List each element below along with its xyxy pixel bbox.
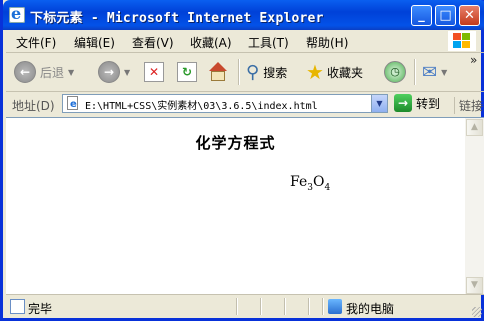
search-button[interactable]: ⚲ 搜索 xyxy=(246,59,287,85)
back-button[interactable]: ← 后退 ▼ xyxy=(14,59,74,85)
page-icon: e xyxy=(66,96,81,111)
search-icon: ⚲ xyxy=(246,61,260,83)
scroll-up-button[interactable]: ▲ xyxy=(466,119,483,136)
status-divider xyxy=(322,298,324,315)
history-icon: ◷ xyxy=(384,61,406,83)
menu-tools[interactable]: 工具(T) xyxy=(248,34,289,51)
formula-element: Fe xyxy=(290,174,308,190)
status-text: 完毕 xyxy=(28,302,53,316)
page-content: 化学方程式 Fe3O4 xyxy=(6,117,465,295)
toolbar-overflow-icon[interactable]: » xyxy=(470,53,477,67)
scroll-down-button[interactable]: ▼ xyxy=(466,277,483,294)
links-button[interactable]: 链接 xyxy=(454,97,483,114)
go-label: 转到 xyxy=(416,96,441,111)
browser-window: 下标元素 - Microsoft Internet Explorer _ □ ✕… xyxy=(0,0,484,321)
page-icon xyxy=(10,299,25,314)
menu-help[interactable]: 帮助(H) xyxy=(306,34,348,51)
status-bar: 完毕 我的电脑 xyxy=(6,294,484,319)
mail-icon: ✉ xyxy=(422,61,438,83)
menu-view[interactable]: 查看(V) xyxy=(132,34,174,51)
computer-icon xyxy=(328,299,342,314)
close-button[interactable]: ✕ xyxy=(459,5,480,26)
home-button[interactable] xyxy=(207,59,229,85)
formula-element: O xyxy=(312,174,325,190)
search-label: 搜索 xyxy=(263,65,288,80)
history-button[interactable]: ◷ xyxy=(384,59,406,85)
chemical-formula: Fe3O4 xyxy=(290,174,330,193)
mail-dropdown-icon[interactable]: ▼ xyxy=(441,68,447,77)
favorites-button[interactable]: ★ 收藏夹 xyxy=(306,59,363,85)
security-zone: 我的电脑 xyxy=(346,302,395,316)
standard-toolbar: ← 后退 ▼ → ▼ ✕ ↻ ⚲ 搜索 ★ 收藏夹 ◷ ✉ ▼ » xyxy=(6,53,484,92)
menu-bar: 文件(F) 编辑(E) 查看(V) 收藏(A) 工具(T) 帮助(H) xyxy=(6,30,484,53)
star-icon: ★ xyxy=(306,60,324,84)
resize-grip[interactable] xyxy=(472,307,482,317)
refresh-icon: ↻ xyxy=(177,62,197,82)
status-divider xyxy=(260,298,262,315)
forward-button[interactable]: → ▼ xyxy=(98,59,130,85)
menu-file[interactable]: 文件(F) xyxy=(16,34,56,51)
vertical-scrollbar[interactable]: ▲ ▼ xyxy=(465,117,484,295)
formula-subscript: 4 xyxy=(324,182,331,193)
address-input[interactable]: e E:\HTML+CSS\实例素材\03\3.6.5\index.html ▼ xyxy=(62,94,388,113)
window-title: 下标元素 - Microsoft Internet Explorer xyxy=(30,11,324,26)
ie-icon xyxy=(9,4,25,23)
go-arrow-icon: → xyxy=(394,94,412,112)
stop-button[interactable]: ✕ xyxy=(144,59,164,85)
menu-favorites[interactable]: 收藏(A) xyxy=(190,34,232,51)
mail-button[interactable]: ✉ ▼ xyxy=(422,59,447,85)
back-label: 后退 xyxy=(40,65,65,80)
go-button[interactable]: → 转到 xyxy=(394,94,440,112)
back-dropdown-icon[interactable]: ▼ xyxy=(68,68,74,77)
toolbar-separator xyxy=(414,59,416,85)
forward-dropdown-icon[interactable]: ▼ xyxy=(124,68,130,77)
toolbar-separator xyxy=(238,59,240,85)
status-divider xyxy=(308,298,310,315)
address-dropdown-icon[interactable]: ▼ xyxy=(371,95,387,112)
address-bar: 地址(D) e E:\HTML+CSS\实例素材\03\3.6.5\index.… xyxy=(6,92,484,116)
menu-edit[interactable]: 编辑(E) xyxy=(74,34,115,51)
minimize-button[interactable]: _ xyxy=(411,5,432,26)
favorites-label: 收藏夹 xyxy=(326,65,363,80)
windows-logo-icon xyxy=(448,31,476,51)
home-icon xyxy=(207,62,229,82)
address-label: 地址(D) xyxy=(12,99,55,113)
title-bar[interactable]: 下标元素 - Microsoft Internet Explorer _ □ ✕ xyxy=(3,0,484,30)
address-value: E:\HTML+CSS\实例素材\03\3.6.5\index.html xyxy=(85,101,318,112)
maximize-button[interactable]: □ xyxy=(435,5,456,26)
forward-arrow-icon: → xyxy=(98,61,120,83)
refresh-button[interactable]: ↻ xyxy=(177,59,197,85)
stop-icon: ✕ xyxy=(144,62,164,82)
page-heading: 化学方程式 xyxy=(195,134,276,152)
back-arrow-icon: ← xyxy=(14,61,36,83)
status-divider xyxy=(284,298,286,315)
status-divider xyxy=(236,298,238,315)
